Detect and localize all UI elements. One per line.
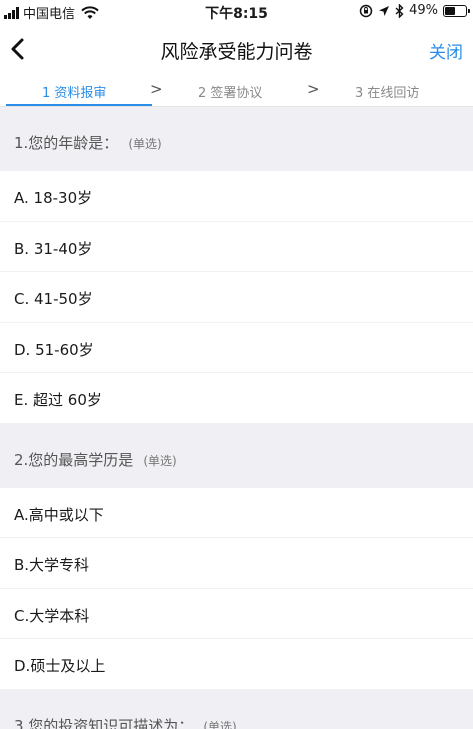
question-title: 2.您的最高学历是	[14, 450, 134, 469]
question-type-tag: (单选)	[203, 719, 237, 729]
option-label: B.大学专科	[14, 556, 90, 574]
answer-option[interactable]: A.高中或以下	[0, 487, 473, 538]
answer-option[interactable]: D. 51-60岁	[0, 322, 473, 373]
answer-option[interactable]: C. 41-50岁	[0, 272, 473, 323]
questionnaire: 1.您的年龄是： (单选) A. 18-30岁 B. 31-40岁 C. 41-5…	[0, 107, 473, 729]
status-right: 49%	[359, 3, 470, 18]
question-header: 1.您的年龄是： (单选)	[0, 107, 473, 171]
answer-option[interactable]: E. 超过 60岁	[0, 373, 473, 424]
battery-percent: 49%	[409, 3, 438, 18]
bluetooth-icon	[395, 3, 404, 18]
page-title: 风险承受能力问卷	[160, 41, 313, 63]
step-2: 2 签署协议	[198, 86, 263, 101]
battery-icon	[443, 4, 470, 17]
answer-option[interactable]: B. 31-40岁	[0, 221, 473, 272]
steps-bar: 1 资料报审 > 2 签署协议 > 3 在线回访	[0, 74, 473, 107]
option-label: C. 41-50岁	[14, 290, 93, 308]
option-label: E. 超过 60岁	[14, 391, 102, 409]
nav-bar: 风险承受能力问卷 关闭	[0, 24, 473, 74]
option-label: A.高中或以下	[14, 505, 104, 524]
step-separator-icon: >	[150, 80, 163, 98]
orientation-lock-icon	[359, 4, 373, 17]
question-title: 1.您的年龄是：	[14, 134, 119, 152]
close-button[interactable]: 关闭	[429, 38, 463, 63]
step-separator-icon: >	[307, 80, 320, 98]
option-label: D.硕士及以上	[14, 657, 106, 675]
question-type-tag: (单选)	[128, 137, 162, 151]
question-type-tag: (单选)	[143, 453, 177, 468]
question-title: 3.您的投资知识可描述为：	[14, 716, 194, 729]
answer-option[interactable]: C.大学本科	[0, 588, 473, 639]
option-label: C.大学本科	[14, 606, 90, 625]
battery-fill	[445, 6, 455, 15]
question-header: 3.您的投资知识可描述为： (单选)	[0, 689, 473, 729]
active-step-indicator	[6, 104, 152, 106]
location-arrow-icon	[379, 5, 390, 16]
option-label: D. 51-60岁	[14, 340, 94, 359]
question-header: 2.您的最高学历是 (单选)	[0, 423, 473, 488]
option-label: A. 18-30岁	[14, 189, 93, 207]
step-1: 1 资料报审	[42, 86, 107, 101]
answer-option[interactable]: B.大学专科	[0, 538, 473, 589]
step-3: 3 在线回访	[355, 86, 420, 101]
option-label: B. 31-40岁	[14, 239, 93, 258]
status-bar: 中国电信 下午8:15 49%	[0, 0, 473, 24]
answer-option[interactable]: A. 18-30岁	[0, 171, 473, 222]
answer-option[interactable]: D.硕士及以上	[0, 639, 473, 690]
